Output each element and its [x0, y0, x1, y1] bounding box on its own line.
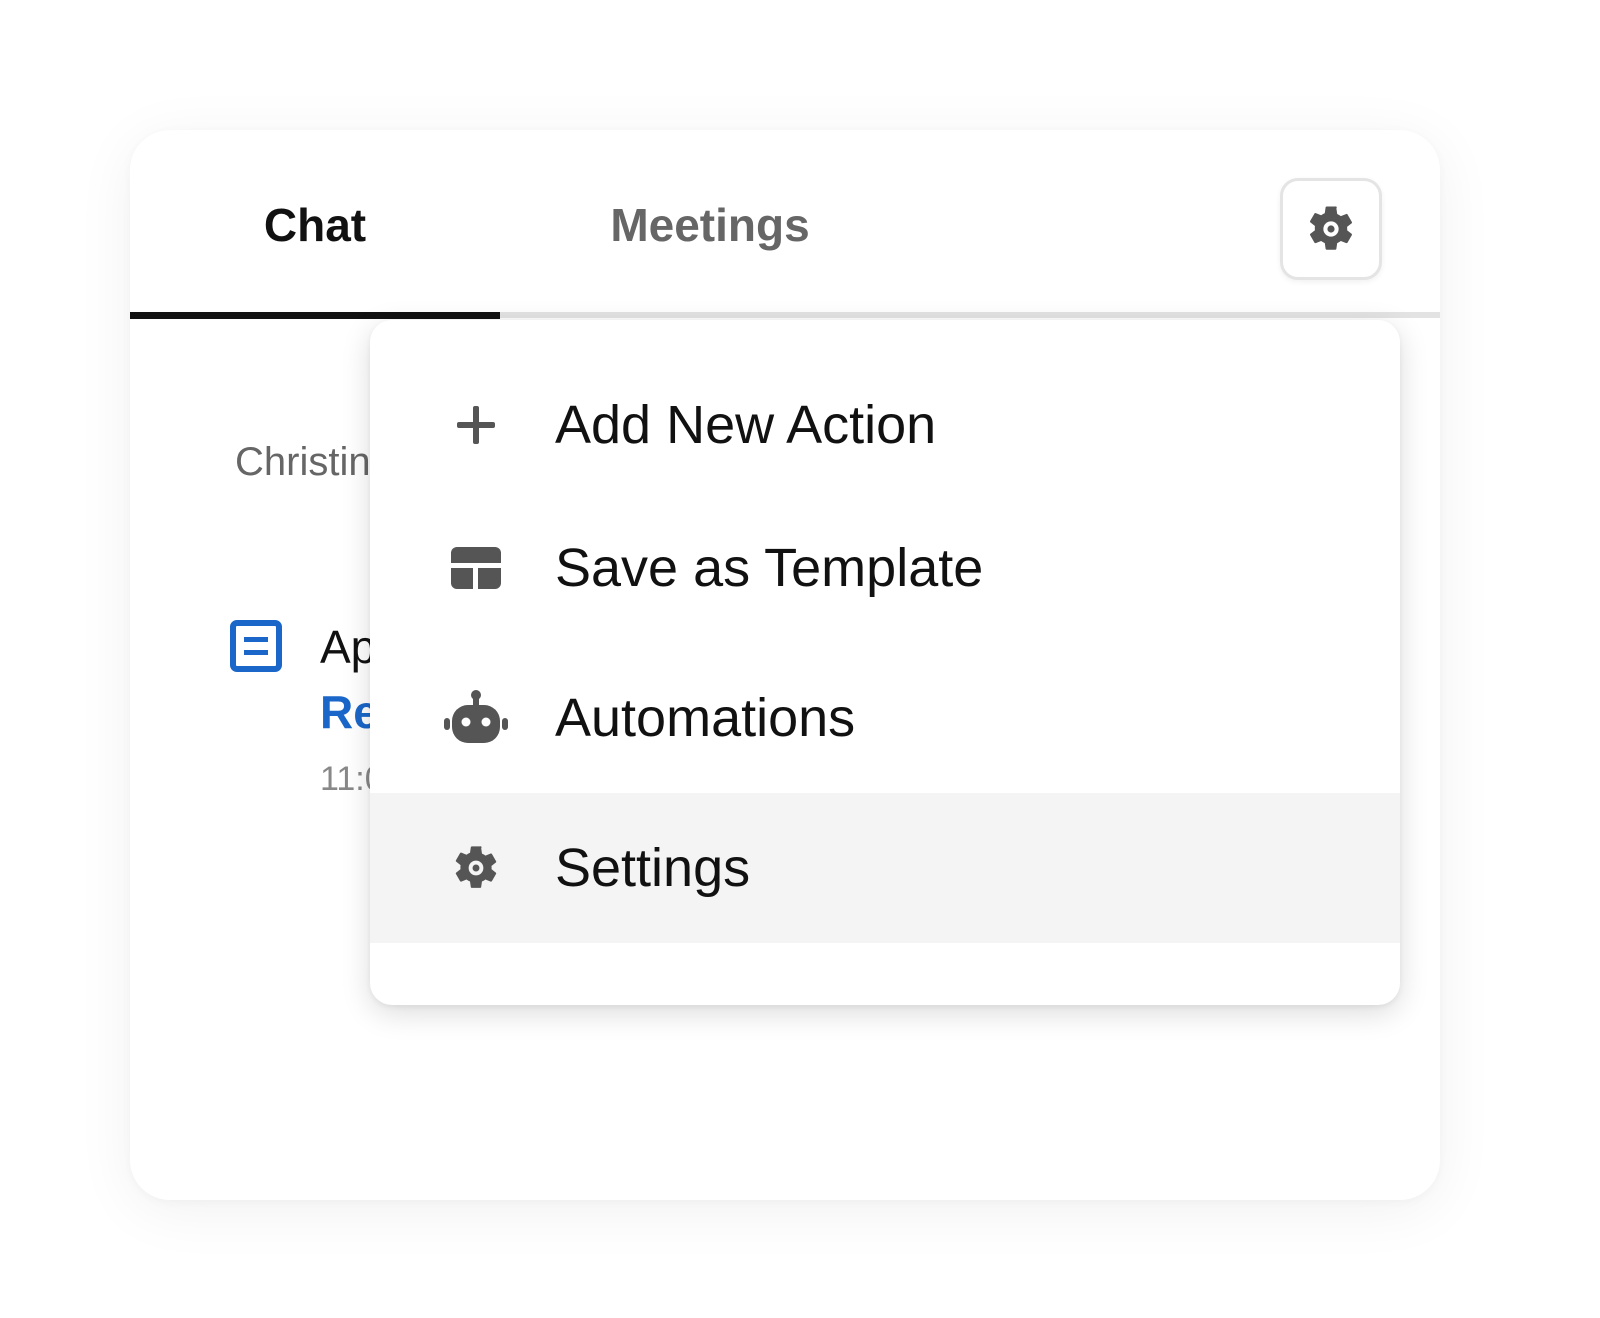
robot-icon: [444, 688, 508, 748]
menu-item-label: Save as Template: [555, 538, 984, 598]
stage: Chat Meetings Christin Ap Re 11:0 Add Ne…: [0, 0, 1600, 1318]
tab-chat[interactable]: Chat: [130, 190, 500, 260]
gear-icon: [444, 838, 508, 898]
tab-bar: Chat Meetings: [130, 130, 1440, 320]
menu-item-label: Automations: [555, 688, 856, 748]
menu-item-automations[interactable]: Automations: [370, 643, 1400, 793]
tab-meetings[interactable]: Meetings: [560, 190, 860, 260]
menu-item-add-new-action[interactable]: Add New Action: [370, 350, 1400, 500]
sender-name: Christin: [235, 440, 371, 484]
menu-item-settings[interactable]: Settings: [370, 793, 1400, 943]
gear-icon: [1309, 206, 1353, 250]
menu-item-label: Settings: [555, 838, 751, 898]
settings-gear-button[interactable]: [1280, 178, 1382, 280]
document-icon: [230, 620, 282, 672]
message-title: Ap: [320, 621, 377, 673]
menu-item-save-as-template[interactable]: Save as Template: [370, 493, 1400, 643]
menu-item-label: Add New Action: [555, 395, 937, 455]
template-icon: [444, 538, 508, 598]
tab-active-indicator: [130, 312, 500, 319]
plus-icon: [444, 395, 508, 455]
settings-dropdown-menu: Add New Action Save as Template Automati…: [370, 320, 1400, 1005]
